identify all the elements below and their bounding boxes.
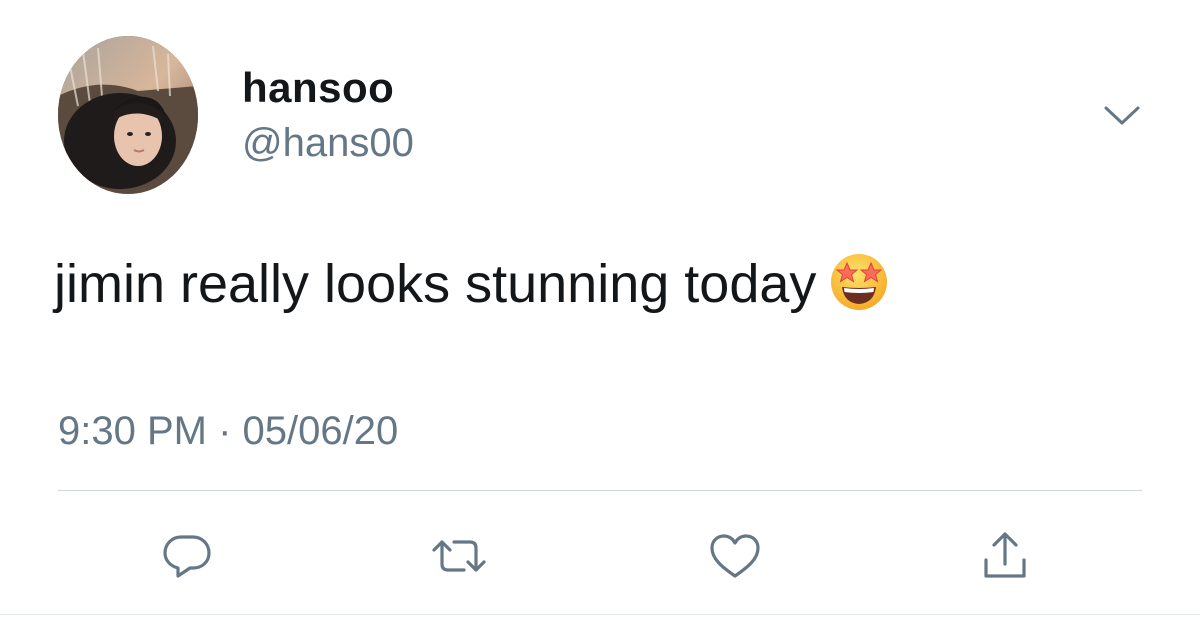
- tweet-time: 9:30 PM: [58, 409, 207, 453]
- star-struck-emoji-icon: [828, 251, 890, 313]
- avatar[interactable]: [58, 36, 198, 194]
- chevron-down-icon[interactable]: [1100, 98, 1144, 134]
- tweet-date: 05/06/20: [242, 409, 399, 453]
- share-icon: [984, 532, 1026, 578]
- avatar-photo: [58, 36, 198, 194]
- share-button[interactable]: [976, 528, 1034, 584]
- like-button[interactable]: [706, 528, 764, 584]
- tweet-body: jimin really looks stunning today: [54, 254, 817, 314]
- retweet-icon: [432, 540, 486, 572]
- tweet-text: jimin really looks stunning today: [54, 248, 890, 320]
- retweet-button[interactable]: [430, 528, 488, 584]
- heart-icon: [710, 534, 760, 578]
- bottom-divider: [0, 614, 1200, 615]
- reply-button[interactable]: [158, 528, 216, 584]
- timestamp-separator: ·: [218, 409, 232, 453]
- display-name[interactable]: hansoo: [242, 62, 394, 114]
- user-handle[interactable]: @hans00: [242, 118, 414, 168]
- divider: [58, 490, 1142, 491]
- reply-icon: [163, 535, 211, 578]
- tweet-timestamp[interactable]: 9:30 PM · 05/06/20: [58, 405, 398, 457]
- tweet-card: hansoo @hans00 jimin really looks stunni…: [0, 0, 1200, 620]
